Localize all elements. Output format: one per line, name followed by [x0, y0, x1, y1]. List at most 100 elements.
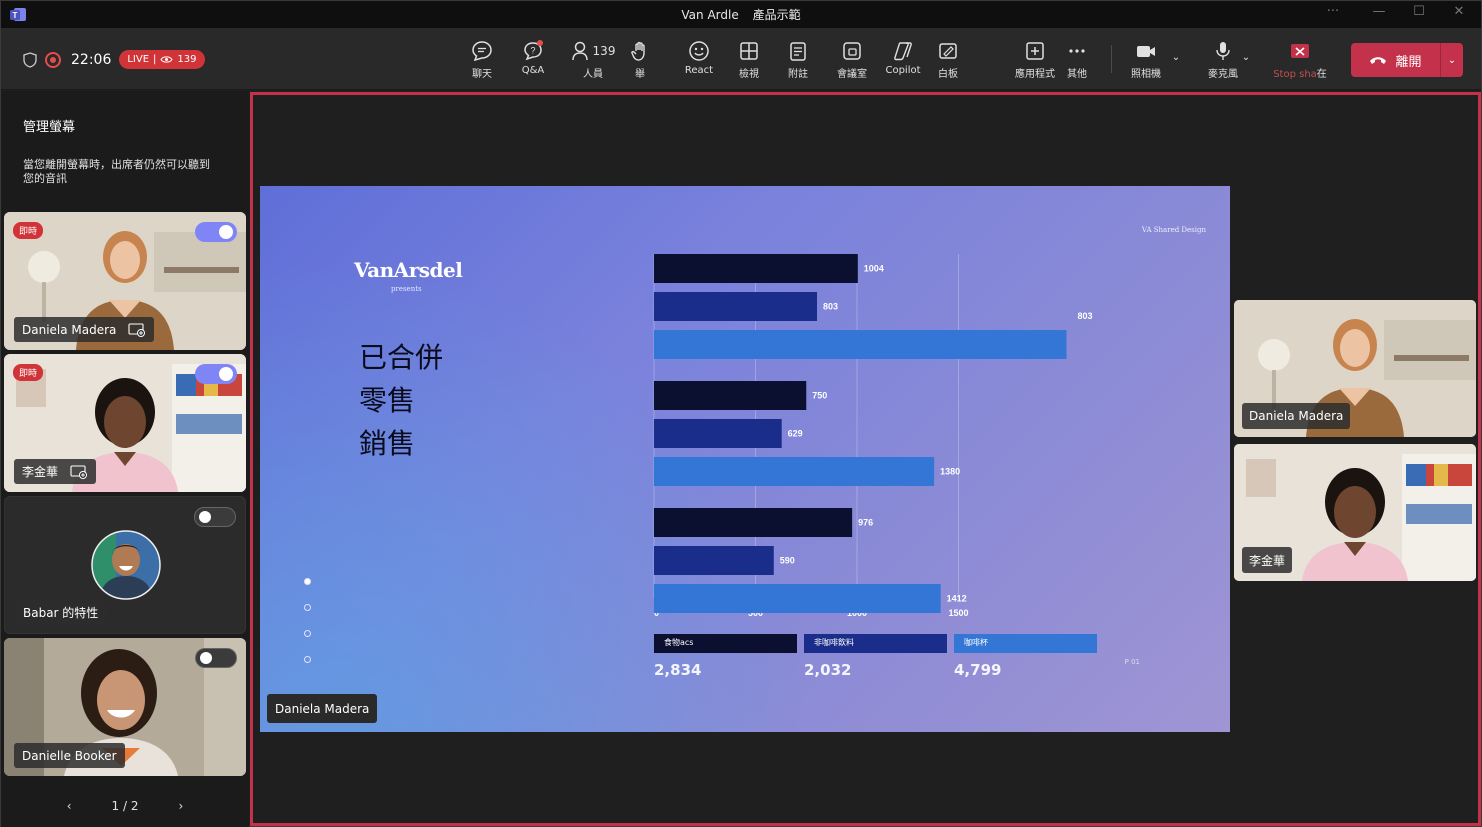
participant-tile-4[interactable]: Danielle Booker: [4, 638, 246, 776]
chart-bar: [654, 419, 782, 448]
whiteboard-icon: [939, 43, 957, 59]
leave-main[interactable]: 離開: [1351, 43, 1441, 77]
svg-text:?: ?: [530, 46, 535, 56]
shared-content-stage: VanArsdel presents 已合併 零售 銷售 VA Shared D…: [250, 92, 1481, 826]
camera-options-chevron-icon[interactable]: ⌄: [1166, 52, 1186, 63]
bar-data-label: 803: [823, 302, 838, 312]
toolbar-divider: [1111, 45, 1112, 73]
participant-tile-3[interactable]: Babar 的特性: [4, 496, 246, 634]
participant-name-tag: 李金華: [14, 459, 97, 484]
raise-hand-button[interactable]: 舉: [615, 40, 665, 80]
stage-participant-tile-2[interactable]: 李金華: [1234, 444, 1476, 581]
copilot-label: Copilot: [885, 65, 921, 76]
live-label: LIVE: [127, 54, 150, 65]
participant-name-tag: Daniela Madera: [14, 317, 155, 342]
next-page-icon[interactable]: ›: [178, 799, 183, 813]
x-tick-label: 1500: [948, 608, 968, 618]
summary-coffee: 咖啡杯 4,799: [954, 634, 1097, 679]
more-label: 其他: [1067, 69, 1087, 80]
maximize-icon[interactable]: ☐: [1399, 4, 1439, 19]
eye-icon: [160, 56, 173, 63]
chat-label: 聊天: [472, 69, 492, 80]
participant-name: Babar 的特性: [23, 606, 99, 620]
live-divider: |: [153, 54, 157, 65]
shared-slide: VanArsdel presents 已合併 零售 銷售 VA Shared D…: [260, 186, 1230, 732]
copilot-button[interactable]: Copilot: [878, 40, 928, 76]
presenter-name-tag: Daniela Madera: [267, 694, 378, 723]
participant-pager: ‹ 1 / 2 ›: [1, 799, 249, 813]
summary-food: 食物acs 2,834: [654, 634, 797, 679]
summary-value: 2,834: [654, 661, 702, 679]
manage-screen-panel: 管理螢幕 當您離開螢幕時，出席者仍然可以聽到您的音訊 即時 Daniela Ma…: [1, 91, 249, 827]
people-button[interactable]: 139 人員: [565, 40, 621, 80]
avatar: [91, 530, 161, 600]
bar-data-label: 750: [812, 391, 827, 401]
participant-name-tag: Danielle Booker: [14, 743, 125, 768]
recording-icon: [45, 51, 61, 68]
raise-hand-label: 舉: [635, 69, 645, 80]
people-icon: [571, 41, 588, 61]
show-toggle[interactable]: [195, 364, 237, 384]
more-button[interactable]: 其他: [1052, 40, 1102, 80]
qa-label: Q&A: [521, 65, 545, 76]
participant-name: 李金華: [1249, 553, 1286, 568]
leave-options-chevron-icon[interactable]: ⌄: [1441, 55, 1463, 66]
notes-button[interactable]: 附註: [773, 40, 823, 80]
react-button[interactable]: React: [674, 40, 724, 76]
copilot-icon: [894, 42, 912, 61]
participant-tile-2[interactable]: 即時 李金華: [4, 354, 246, 492]
participant-name: Daniela Madera: [1249, 409, 1344, 423]
summary-value: 4,799: [954, 661, 1002, 679]
stop-sharing-button[interactable]: Stop sha在: [1267, 40, 1333, 80]
show-toggle[interactable]: [195, 222, 237, 242]
chart-bar: [654, 546, 774, 575]
camera-button[interactable]: 照相機: [1121, 40, 1171, 80]
previous-page-icon[interactable]: ‹: [67, 799, 72, 813]
grid-view-icon: [740, 42, 758, 60]
leave-label: 離開: [1395, 54, 1422, 70]
participant-name: Daniela Madera: [22, 322, 117, 337]
close-window-icon[interactable]: ✕: [1439, 4, 1479, 19]
participant-tile-1[interactable]: 即時 Daniela Madera: [4, 212, 246, 350]
screen-share-icon: [70, 464, 88, 479]
ellipsis-icon: [1069, 49, 1085, 53]
more-options-icon[interactable]: ···: [1313, 4, 1353, 19]
rooms-label: 會議室: [837, 69, 867, 80]
stage-participant-tile-1[interactable]: Daniela Madera: [1234, 300, 1476, 437]
rooms-button[interactable]: 會議室: [827, 40, 877, 80]
qa-icon: ?: [524, 40, 543, 61]
leave-button[interactable]: 離開 ⌄: [1351, 43, 1463, 77]
rooms-icon: [843, 42, 861, 60]
chart-bar: [654, 457, 935, 486]
meeting-info: 22:06 LIVE | 139: [23, 50, 205, 69]
camera-icon: [1137, 46, 1155, 57]
presenter-name: Daniela Madera: [275, 701, 370, 716]
bar-data-label: 1412: [947, 594, 967, 604]
qa-button[interactable]: ? Q&A: [508, 40, 558, 76]
panel-title: 管理螢幕: [23, 120, 76, 135]
viewer-count: 139: [177, 54, 197, 65]
window-title: Van Ardle 產品示範: [1, 6, 1481, 23]
stop-share-tail: 在: [1316, 69, 1327, 80]
camera-label: 照相機: [1131, 69, 1161, 80]
chart-bar: [654, 254, 858, 283]
mic-label: 麥克風: [1208, 69, 1238, 80]
teams-window: T Van Ardle 產品示範 ··· — ☐ ✕ 22:06 LIVE | …: [0, 0, 1482, 827]
shield-icon[interactable]: [23, 51, 37, 68]
page-indicator: 1 / 2: [111, 799, 139, 813]
summary-value: 2,032: [804, 661, 852, 679]
show-toggle[interactable]: [194, 507, 236, 527]
live-badge: LIVE | 139: [119, 50, 205, 69]
whiteboard-button[interactable]: 白板: [923, 40, 973, 80]
people-label: 人員: [583, 69, 603, 80]
participant-name-tag: Daniela Madera: [1242, 403, 1351, 429]
chat-button[interactable]: 聊天: [457, 40, 507, 80]
show-toggle[interactable]: [195, 648, 237, 668]
chat-icon: [472, 41, 492, 62]
react-label: React: [684, 65, 714, 76]
view-button[interactable]: 檢視: [724, 40, 774, 80]
stop-share-label: Stop sha: [1273, 69, 1317, 80]
mic-options-chevron-icon[interactable]: ⌄: [1236, 52, 1256, 63]
minimize-icon[interactable]: —: [1359, 4, 1399, 19]
notes-label: 附註: [788, 69, 808, 80]
